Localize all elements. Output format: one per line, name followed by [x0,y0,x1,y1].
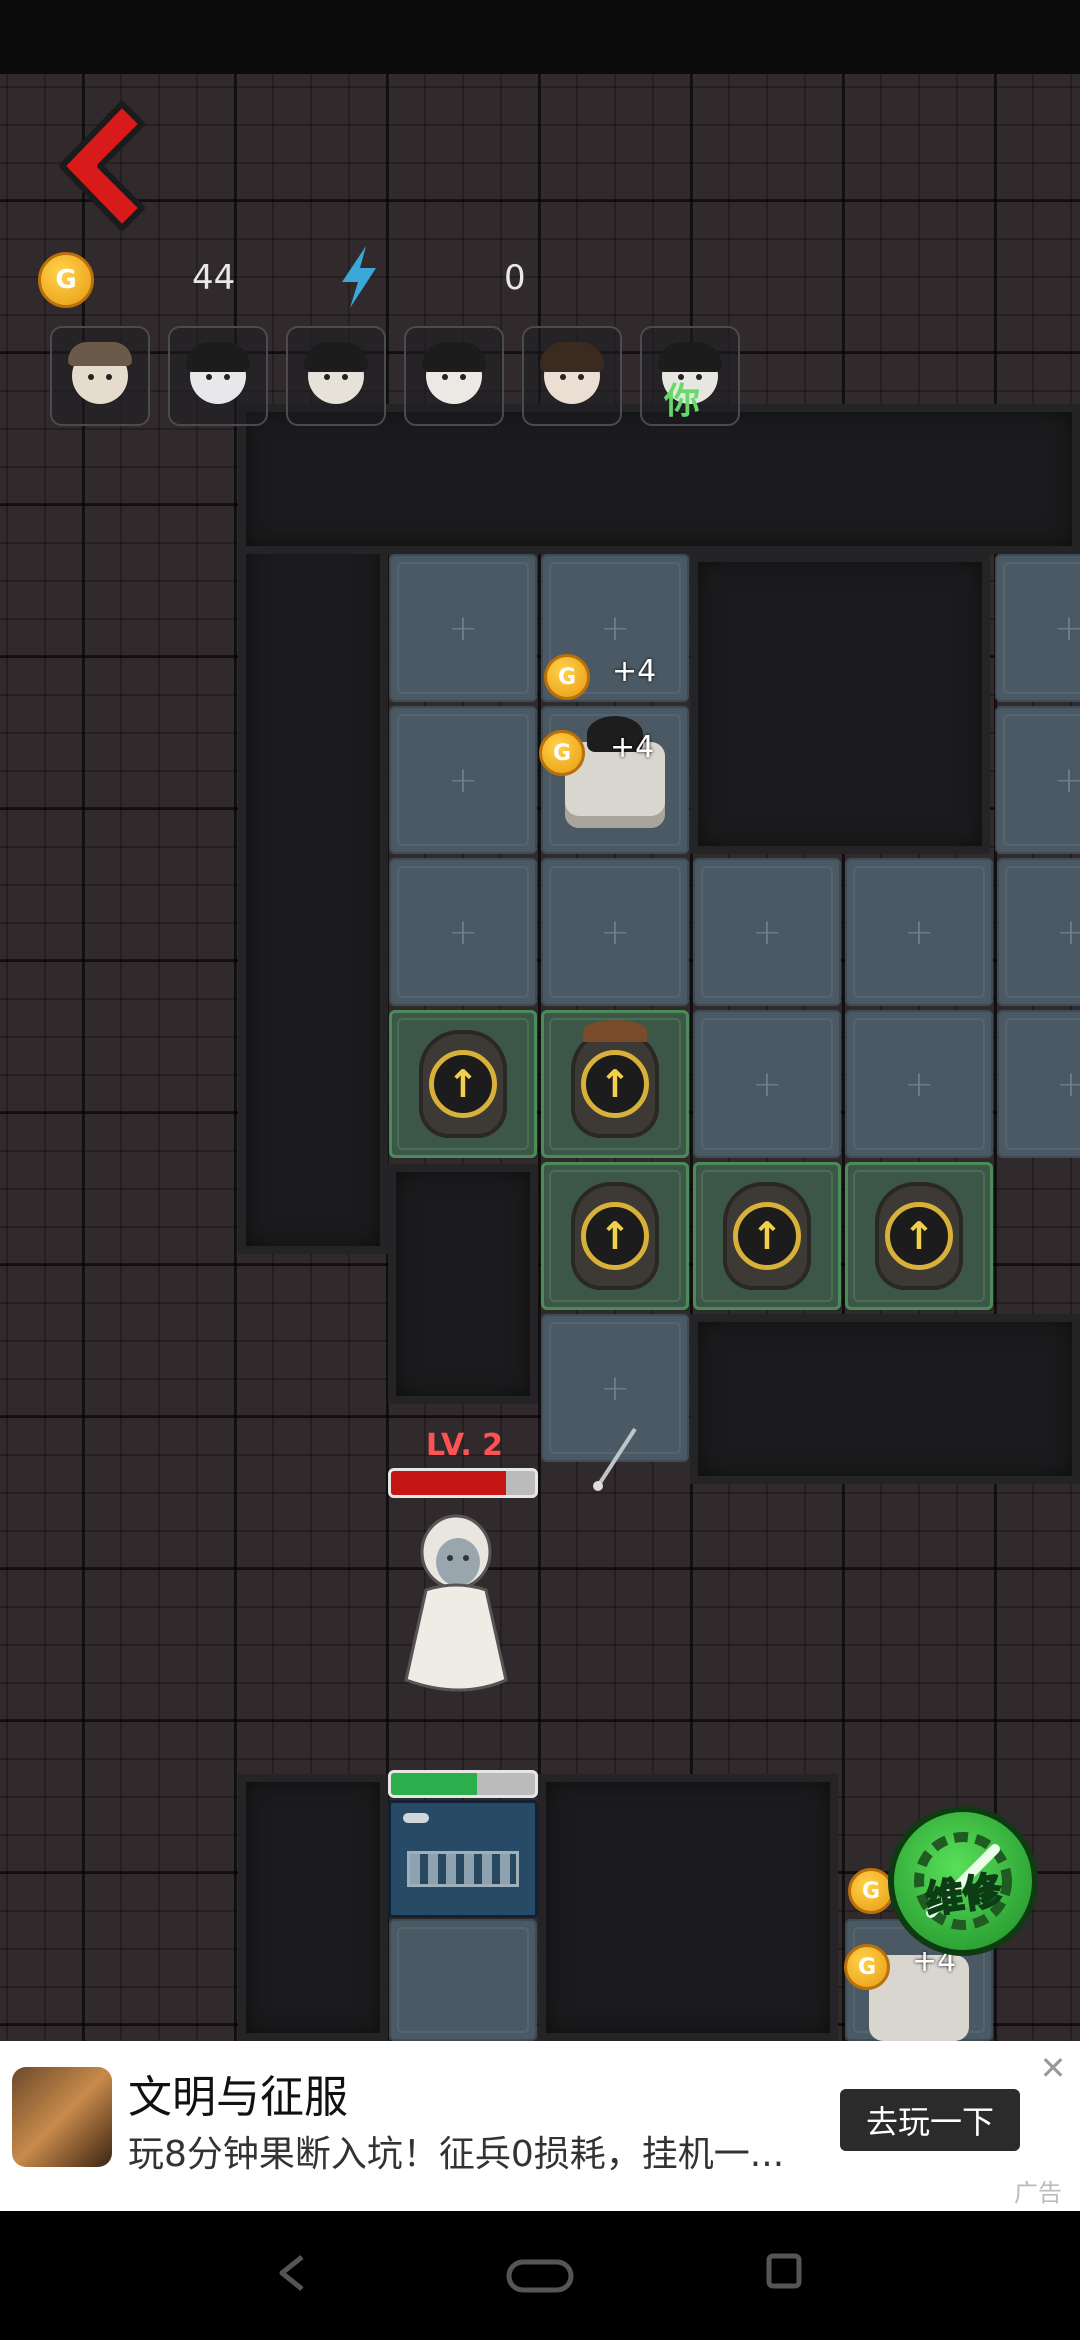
up-arrow-icon: ↑ [599,1062,631,1106]
empty-floor-tile[interactable]: + [541,858,689,1006]
upgrade-button[interactable]: ↑ [429,1050,497,1118]
character-slot[interactable] [50,326,150,426]
ad-app-icon[interactable] [12,2067,112,2167]
empty-floor-tile[interactable]: + [995,554,1080,702]
character-slot[interactable] [522,326,622,426]
empty-floor-tile[interactable]: + [693,858,841,1006]
coin-gain-label: +4 [610,730,655,765]
upgradeable-tile[interactable]: ↑ [693,1162,841,1310]
empty-floor-tile[interactable]: + [997,858,1080,1006]
girl-face-icon [68,342,132,404]
empty-floor-tile[interactable]: + [997,1010,1080,1158]
wall [238,1774,388,2041]
upgradeable-tile[interactable]: ↑ [845,1162,993,1310]
ad-title[interactable]: 文明与征服 [128,2061,348,2125]
coin-icon: G [844,1944,890,1990]
coin-icon: G [848,1868,894,1914]
wall [690,554,990,854]
wall [388,1164,538,1404]
coin-icon: G [38,252,94,308]
player-label: 你 [664,381,701,422]
broom-icon [583,1020,647,1042]
door-hp-bar [388,1770,538,1798]
boy-face-icon [304,342,368,404]
upgrade-button[interactable]: ↑ [581,1050,649,1118]
ad-tag: 广告 [1014,2179,1062,2207]
empty-floor-tile[interactable]: + [845,1010,993,1158]
up-arrow-icon: ↑ [751,1214,783,1258]
upgradeable-tile[interactable]: ↑ [541,1162,689,1310]
coin-icon: G [544,654,590,700]
empty-floor-tile[interactable]: + [995,706,1080,854]
navigation-bar [0,2211,1080,2340]
empty-floor-tile[interactable]: + [693,1010,841,1158]
empty-floor-tile[interactable]: + [389,706,537,854]
coin-count: 44 [192,258,236,298]
lightning-icon [342,246,376,308]
headphones-girl-face-icon [422,342,486,404]
upgrade-button[interactable]: ↑ [733,1202,801,1270]
door-hp-fill [391,1773,478,1795]
bed-tile[interactable] [541,706,689,854]
back-button[interactable] [42,96,152,236]
character-slot[interactable] [286,326,386,426]
upgradeable-tile[interactable]: ↑ [541,1010,689,1158]
pale-girl-face-icon [186,342,250,404]
upgrade-button[interactable]: ↑ [885,1202,953,1270]
wall [690,1314,1080,1484]
ad-description[interactable]: 玩8分钟果断入坑！征兵0损耗，挂机一... [128,2125,818,2177]
back-nav-icon[interactable] [272,2251,316,2295]
coin-gain-label: +4 [612,654,657,689]
home-nav-icon[interactable] [506,2259,574,2293]
needle-icon [593,1427,637,1491]
repair-button[interactable]: 维修 [888,1806,1038,1956]
door-grate [407,1851,519,1887]
wall [538,1774,838,2041]
up-arrow-icon: ↑ [903,1214,935,1258]
ad-banner[interactable]: 文明与征服 玩8分钟果断入坑！征兵0损耗，挂机一... 去玩一下 ✕ 广告 [0,2041,1080,2211]
key-icon [403,1813,429,1823]
empty-floor-tile[interactable]: + [845,858,993,1006]
character-slot[interactable] [404,326,504,426]
character-slot[interactable] [168,326,268,426]
enemy-level-label: LV. 2 [426,1428,504,1463]
brown-hair-face-icon [540,342,604,404]
wall [238,404,1080,554]
ghost-enemy-icon [404,1514,508,1692]
character-slot-player[interactable]: 你 [640,326,740,426]
energy-count: 0 [504,258,526,298]
upgrade-button[interactable]: ↑ [581,1202,649,1270]
door[interactable] [388,1800,538,1918]
empty-floor-tile[interactable]: + [389,554,537,702]
upgradeable-tile[interactable]: ↑ [389,1010,537,1158]
up-arrow-icon: ↑ [447,1062,479,1106]
enemy-hp-fill [391,1471,507,1495]
recents-nav-icon[interactable] [764,2251,804,2291]
empty-floor-tile[interactable]: + [389,858,537,1006]
close-icon[interactable]: ✕ [1036,2051,1070,2085]
enemy-hp-bar [388,1468,538,1498]
floor-tile[interactable] [389,1919,537,2041]
up-arrow-icon: ↑ [599,1214,631,1258]
status-bar [0,0,1080,74]
coin-icon: G [539,730,585,776]
ad-cta-button[interactable]: 去玩一下 [840,2089,1020,2151]
